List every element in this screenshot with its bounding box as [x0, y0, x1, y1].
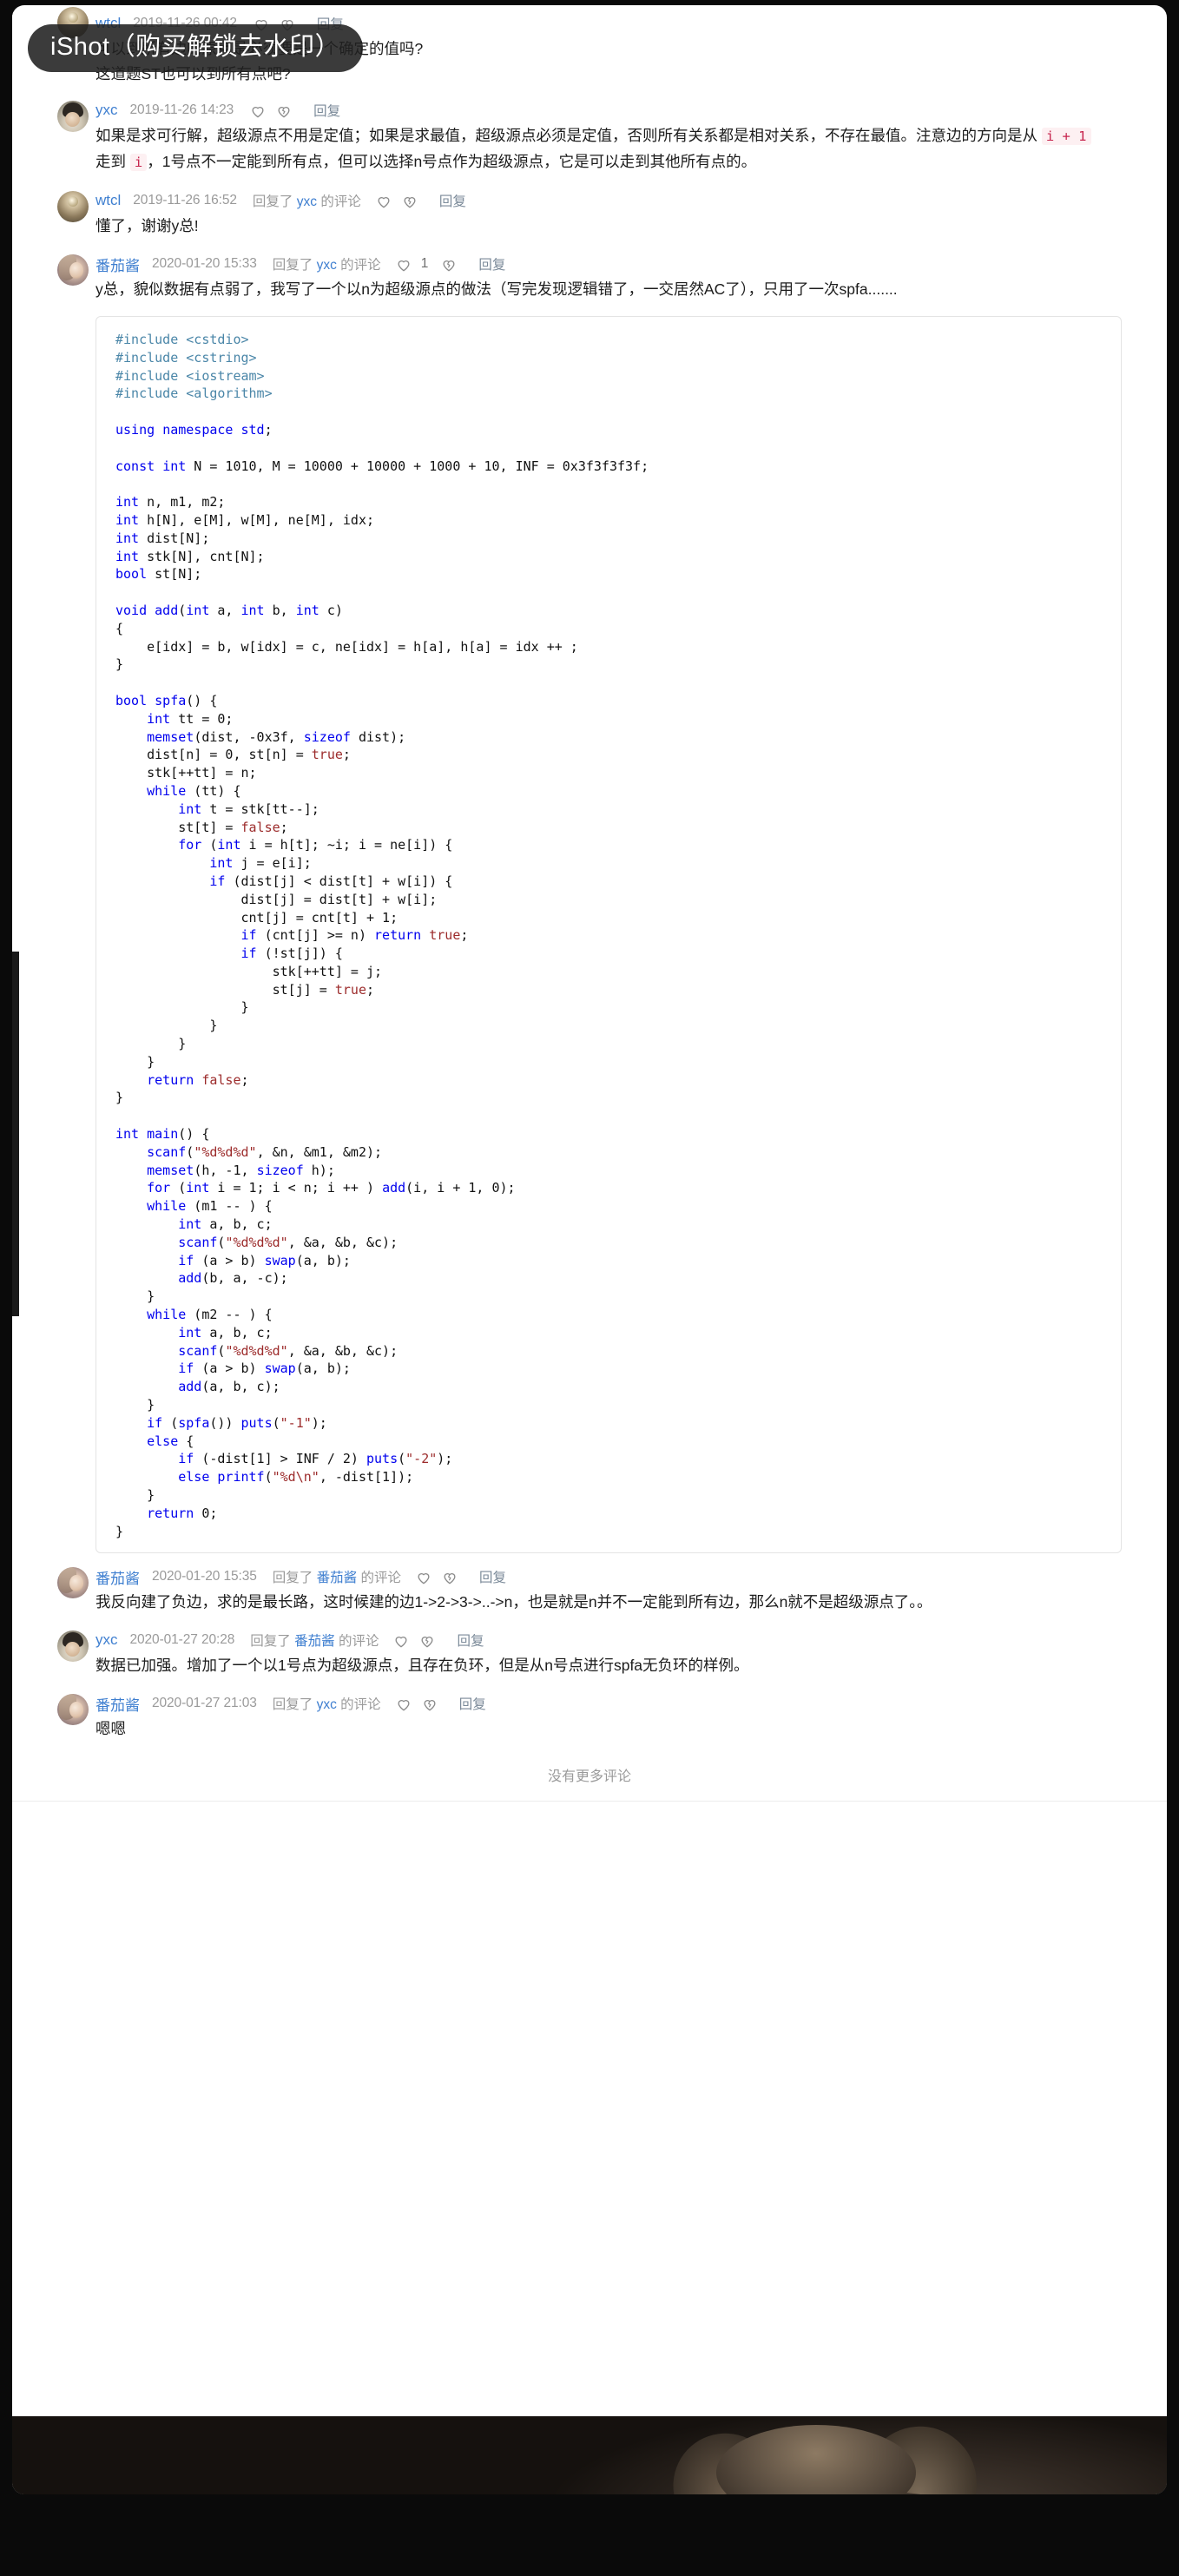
comment-body: 我反向建了负边，求的是最长路，这时候建的边1->2->3->..->n，也是就是…: [96, 1593, 932, 1611]
avatar[interactable]: [57, 191, 89, 222]
code-content: #include <cstdio> #include <cstring> #in…: [115, 332, 649, 1539]
reply-button[interactable]: 回复: [478, 254, 505, 273]
comment-timestamp: 2019-11-26 14:23: [129, 102, 234, 117]
comment-author[interactable]: 番茄酱: [96, 1566, 140, 1588]
comment-body: 数据已加强。增加了一个以1号点为超级源点，且存在负环，但是从n号点进行spfa无…: [96, 1657, 749, 1675]
avatar[interactable]: [57, 254, 89, 286]
dislike-broken-heart-icon[interactable]: [440, 256, 458, 273]
comment-item: yxc 2020-01-27 20:28 回复了 番茄酱 的评论 回复 数据已加…: [12, 1629, 1167, 1678]
comment-author[interactable]: 番茄酱: [96, 1693, 140, 1715]
comment-item: 番茄酱 2020-01-27 21:03 回复了 yxc 的评论 回复 嗯嗯: [12, 1692, 1167, 1742]
comment-header: wtcl 2019-11-26 16:52 回复了 yxc 的评论 回复: [96, 189, 1132, 212]
like-heart-icon[interactable]: [375, 193, 392, 210]
comment-timestamp: 2020-01-20 15:33: [152, 256, 257, 271]
comment-header: 番茄酱 2020-01-20 15:35 回复了 番茄酱 的评论 回复: [96, 1565, 1132, 1588]
like-heart-icon[interactable]: [392, 1632, 410, 1650]
dislike-broken-heart-icon[interactable]: [421, 1696, 438, 1713]
comment-header: yxc 2019-11-26 14:23 回复: [96, 99, 1132, 122]
comment-item: yxc 2019-11-26 14:23 回复 如果是求可行解，超级源点不用是定…: [12, 99, 1167, 175]
comment-author[interactable]: wtcl: [96, 192, 121, 209]
reply-button[interactable]: 回复: [439, 191, 466, 210]
like-heart-icon[interactable]: [249, 102, 267, 120]
comment-timestamp: 2019-11-26 16:52: [133, 193, 237, 208]
reply-target: 回复了 yxc 的评论: [252, 194, 361, 209]
reply-button[interactable]: 回复: [313, 101, 340, 120]
avatar[interactable]: [57, 101, 89, 132]
comment-timestamp: 2020-01-27 20:28: [129, 1632, 235, 1648]
comment-header: yxc 2020-01-27 20:28 回复了 番茄酱 的评论 回复: [96, 1629, 1132, 1651]
like-heart-icon[interactable]: [395, 1696, 412, 1713]
reply-button[interactable]: 回复: [479, 1567, 506, 1586]
comment-body: y总，貌似数据有点弱了，我写了一个以n为超级源点的做法（写完发现逻辑错了，一交居…: [96, 280, 898, 298]
reply-target: 回复了 番茄酱 的评论: [250, 1634, 379, 1650]
comment-body: 如果是求可行解，超级源点不用是定值；如果是求最值，超级源点必须是定值，否则所有关…: [96, 123, 1103, 175]
comment-header: 番茄酱 2020-01-27 21:03 回复了 yxc 的评论 回复: [96, 1692, 1132, 1715]
comment-author[interactable]: yxc: [96, 1631, 118, 1649]
watermark-badge: iShot（购买解锁去水印）: [28, 24, 364, 72]
dislike-broken-heart-icon[interactable]: [441, 1569, 458, 1586]
comment-item: 番茄酱 2020-01-20 15:35 回复了 番茄酱 的评论 回复 我反向建…: [12, 1565, 1167, 1615]
reply-target: 回复了 yxc 的评论: [272, 258, 381, 273]
dislike-broken-heart-icon[interactable]: [401, 193, 418, 210]
reply-button[interactable]: 回复: [457, 1631, 484, 1650]
comment-body: 嗯嗯: [96, 1720, 126, 1738]
cat-head: [716, 2425, 917, 2494]
comment-timestamp: 2020-01-20 15:35: [152, 1569, 257, 1584]
comment-author[interactable]: 番茄酱: [96, 254, 140, 275]
comment-item: wtcl 2019-11-26 16:52 回复了 yxc 的评论 回复 懂了，…: [12, 189, 1167, 239]
like-heart-icon[interactable]: [415, 1569, 432, 1586]
comment-item: 番茄酱 2020-01-20 15:33 回复了 yxc 的评论 1 回复 y总…: [12, 253, 1167, 302]
comment-author[interactable]: yxc: [96, 102, 118, 119]
comments-list: wtcl 2019-11-26 00:42 回复 可以到所有边的原点是必须要是一…: [12, 5, 1167, 1802]
comment-timestamp: 2020-01-27 21:03: [152, 1696, 257, 1711]
no-more-comments: 没有更多评论: [547, 1769, 631, 1785]
avatar[interactable]: [57, 1567, 89, 1599]
divider: [12, 1801, 1167, 1802]
reply-button[interactable]: 回复: [459, 1694, 486, 1713]
like-heart-icon[interactable]: [395, 256, 412, 273]
avatar[interactable]: [57, 1631, 89, 1663]
like-count: 1: [420, 256, 429, 271]
comment-body: 懂了，谢谢y总!: [96, 217, 199, 234]
page-card: wtcl 2019-11-26 00:42 回复 可以到所有边的原点是必须要是一…: [12, 5, 1167, 2494]
dislike-broken-heart-icon[interactable]: [418, 1632, 436, 1650]
dislike-broken-heart-icon[interactable]: [275, 102, 293, 120]
bottom-photo-strip: [12, 2416, 1167, 2494]
reply-target: 回复了 番茄酱 的评论: [272, 1571, 401, 1586]
code-block[interactable]: #include <cstdio> #include <cstring> #in…: [96, 316, 1122, 1554]
comment-header: 番茄酱 2020-01-20 15:33 回复了 yxc 的评论 1 回复: [96, 253, 1132, 275]
reply-target: 回复了 yxc 的评论: [272, 1697, 381, 1713]
avatar[interactable]: [57, 1694, 89, 1726]
